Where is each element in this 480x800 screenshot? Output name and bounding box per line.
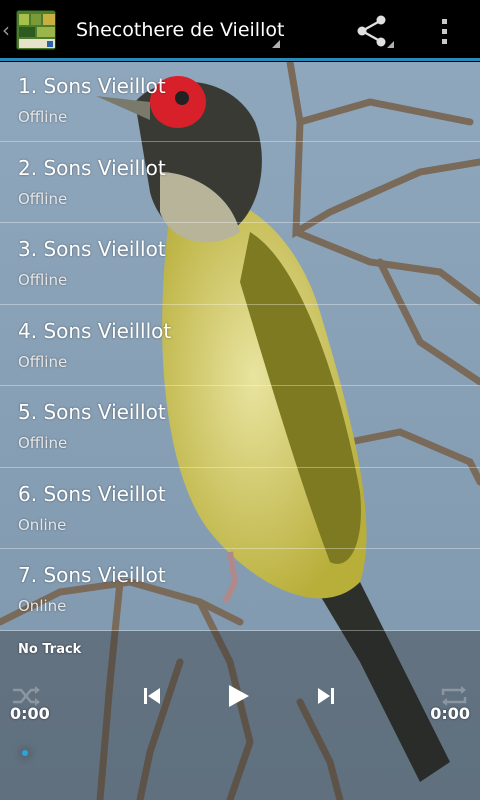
track-status: Offline — [18, 189, 68, 208]
action-bar: ‹ Shecothere de Vieillot — [0, 0, 480, 60]
list-item[interactable]: 2. Sons Vieillot Offline — [0, 142, 480, 223]
track-list: 1. Sons Vieillot Offline 2. Sons Vieillo… — [0, 60, 480, 631]
track-title: 5. Sons Vieillot — [18, 400, 166, 424]
duration-time: 0:00 — [430, 704, 470, 723]
track-status: Offline — [18, 352, 68, 371]
list-item[interactable]: 4. Sons Vieilllot Offline — [0, 305, 480, 386]
list-item[interactable]: 5. Sons Vieillot Offline — [0, 386, 480, 468]
play-button[interactable] — [218, 681, 258, 711]
track-title: 1. Sons Vieillot — [18, 74, 166, 98]
track-title: 7. Sons Vieillot — [18, 563, 166, 587]
overflow-dot — [441, 38, 447, 44]
play-icon — [229, 685, 249, 707]
overflow-menu-button[interactable] — [428, 14, 460, 48]
overflow-dot — [441, 28, 447, 34]
player-panel: No Track 0:00 0:00 — [0, 631, 480, 800]
seek-bar[interactable] — [24, 751, 464, 755]
share-dropdown-indicator — [387, 41, 394, 48]
track-status: Online — [18, 515, 67, 534]
list-item[interactable]: 7. Sons Vieillot Online — [0, 549, 480, 631]
app-title: Shecothere de Vieillot — [76, 19, 285, 41]
next-icon — [318, 688, 334, 704]
previous-button[interactable] — [132, 681, 172, 711]
elapsed-time: 0:00 — [10, 704, 50, 723]
share-button[interactable] — [352, 12, 396, 50]
title-dropdown-indicator — [272, 40, 280, 48]
track-title: 4. Sons Vieilllot — [18, 318, 172, 343]
app-icon[interactable] — [16, 10, 56, 50]
list-item[interactable]: 6. Sons Vieillot Online — [0, 468, 480, 549]
list-item[interactable]: 1. Sons Vieillot Offline — [0, 60, 480, 142]
seek-thumb[interactable] — [22, 750, 28, 756]
up-caret-icon[interactable]: ‹ — [2, 0, 14, 60]
track-title: 6. Sons Vieillot — [18, 481, 166, 506]
track-title: 2. Sons Vieillot — [18, 155, 166, 180]
overflow-menu-icon — [441, 18, 447, 24]
now-playing-label: No Track — [18, 642, 82, 657]
list-item[interactable]: 3. Sons Vieillot Offline — [0, 223, 480, 305]
track-status: Offline — [18, 434, 68, 452]
track-title: 3. Sons Vieillot — [18, 237, 166, 261]
next-button[interactable] — [306, 681, 346, 711]
previous-icon — [144, 688, 160, 704]
track-status: Online — [18, 597, 67, 615]
track-status: Offline — [18, 271, 68, 289]
track-status: Offline — [18, 108, 68, 126]
